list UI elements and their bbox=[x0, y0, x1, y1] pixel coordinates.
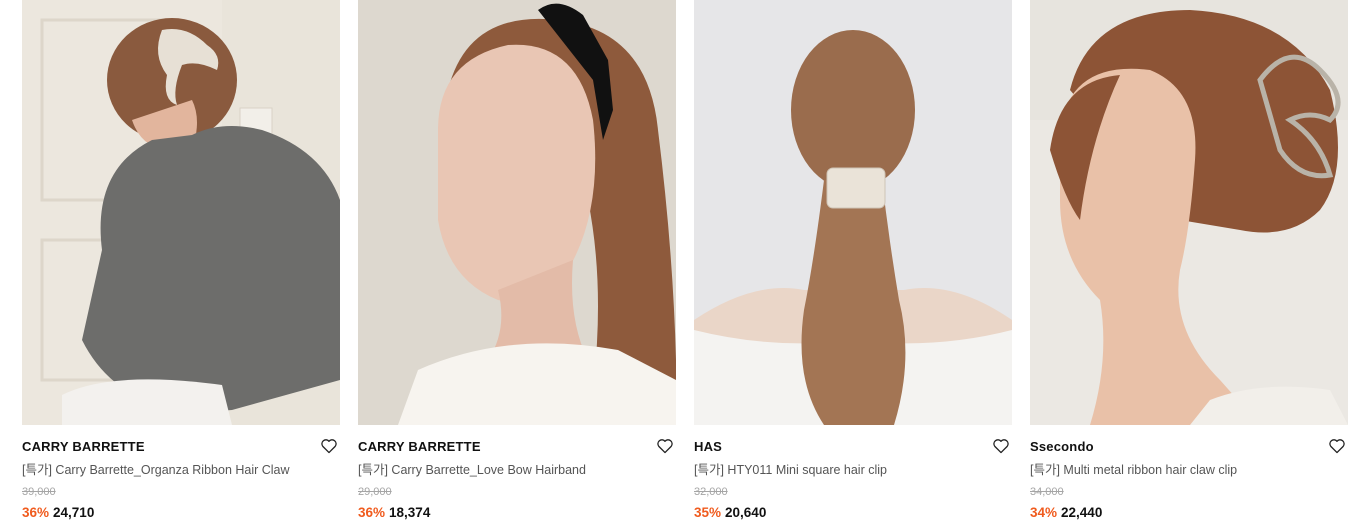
product-image-link[interactable] bbox=[694, 0, 1012, 425]
product-image-link[interactable] bbox=[1030, 0, 1348, 425]
heart-outline-icon[interactable] bbox=[992, 437, 1010, 455]
product-image bbox=[22, 0, 340, 425]
sale-price: 18,374 bbox=[389, 505, 431, 520]
heart-outline-icon[interactable] bbox=[656, 437, 674, 455]
product-brand[interactable]: CARRY BARRETTE bbox=[358, 439, 676, 455]
heart-outline-icon[interactable] bbox=[320, 437, 338, 455]
sale-price: 24,710 bbox=[53, 505, 95, 520]
product-brand[interactable]: CARRY BARRETTE bbox=[22, 439, 340, 455]
product-image bbox=[694, 0, 1012, 425]
sale-price: 20,640 bbox=[725, 505, 767, 520]
product-image bbox=[1030, 0, 1348, 425]
discount-rate: 36% bbox=[22, 505, 50, 520]
discount-rate: 35% bbox=[694, 505, 722, 520]
product-card[interactable]: CARRY BARRETTE [특가] Carry Barrette_Organ… bbox=[22, 0, 340, 521]
heart-outline-icon[interactable] bbox=[1328, 437, 1346, 455]
product-card[interactable]: HAS [특가] HTY011 Mini square hair clip 32… bbox=[694, 0, 1012, 521]
product-image-link[interactable] bbox=[22, 0, 340, 425]
product-image-link[interactable] bbox=[358, 0, 676, 425]
price-row: 34% 22,440 bbox=[1030, 504, 1348, 521]
price-row: 36% 24,710 bbox=[22, 504, 340, 521]
product-name[interactable]: [특가] HTY011 Mini square hair clip bbox=[694, 462, 1012, 478]
price-row: 36% 18,374 bbox=[358, 504, 676, 521]
product-name[interactable]: [특가] Multi metal ribbon hair claw clip bbox=[1030, 462, 1348, 478]
price-row: 35% 20,640 bbox=[694, 504, 1012, 521]
product-grid: CARRY BARRETTE [특가] Carry Barrette_Organ… bbox=[0, 0, 1363, 529]
product-brand[interactable]: HAS bbox=[694, 439, 1012, 455]
product-card[interactable]: Ssecondo [특가] Multi metal ribbon hair cl… bbox=[1030, 0, 1348, 521]
product-brand[interactable]: Ssecondo bbox=[1030, 439, 1348, 455]
original-price: 29,000 bbox=[358, 486, 392, 498]
discount-rate: 36% bbox=[358, 505, 386, 520]
product-image bbox=[358, 0, 676, 425]
product-card[interactable]: CARRY BARRETTE [특가] Carry Barrette_Love … bbox=[358, 0, 676, 521]
original-price: 39,000 bbox=[22, 486, 56, 498]
product-name[interactable]: [특가] Carry Barrette_Love Bow Hairband bbox=[358, 462, 676, 478]
discount-rate: 34% bbox=[1030, 505, 1058, 520]
product-name[interactable]: [특가] Carry Barrette_Organza Ribbon Hair … bbox=[22, 462, 340, 478]
sale-price: 22,440 bbox=[1061, 505, 1103, 520]
original-price: 34,000 bbox=[1030, 486, 1064, 498]
original-price: 32,000 bbox=[694, 486, 728, 498]
